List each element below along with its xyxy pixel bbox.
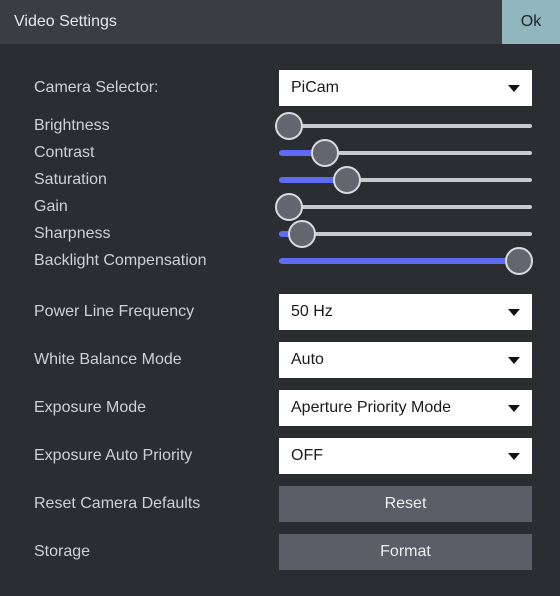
window-title: Video Settings [0, 13, 502, 31]
white-balance-row: White Balance Mode Auto [34, 336, 532, 384]
reset-label: Reset Camera Defaults [34, 495, 279, 513]
sharpness-slider[interactable] [279, 220, 532, 247]
brightness-slider[interactable] [279, 112, 532, 139]
white-balance-dropdown[interactable]: Auto [279, 342, 532, 378]
exposure-auto-priority-dropdown[interactable]: OFF [279, 438, 532, 474]
exposure-auto-priority-row: Exposure Auto Priority OFF [34, 432, 532, 480]
chevron-down-icon [508, 453, 520, 460]
sharpness-label: Sharpness [34, 225, 279, 243]
slider-thumb[interactable] [275, 193, 303, 221]
backlight-slider[interactable] [279, 247, 532, 274]
saturation-slider[interactable] [279, 166, 532, 193]
exposure-mode-value: Aperture Priority Mode [291, 399, 451, 417]
reset-button[interactable]: Reset [279, 486, 532, 522]
white-balance-value: Auto [291, 351, 324, 369]
contrast-row: Contrast [34, 139, 532, 166]
slider-thumb[interactable] [288, 220, 316, 248]
settings-panel: Camera Selector: PiCam Brightness Contra… [0, 44, 560, 596]
gain-slider[interactable] [279, 193, 532, 220]
reset-row: Reset Camera Defaults Reset [34, 480, 532, 528]
slider-thumb[interactable] [333, 166, 361, 194]
chevron-down-icon [508, 309, 520, 316]
storage-label: Storage [34, 543, 279, 561]
ok-button[interactable]: Ok [502, 0, 560, 44]
slider-thumb[interactable] [275, 112, 303, 140]
power-line-label: Power Line Frequency [34, 303, 279, 321]
exposure-auto-priority-value: OFF [291, 447, 323, 465]
saturation-label: Saturation [34, 171, 279, 189]
gain-row: Gain [34, 193, 532, 220]
sharpness-row: Sharpness [34, 220, 532, 247]
saturation-row: Saturation [34, 166, 532, 193]
gain-label: Gain [34, 198, 279, 216]
exposure-mode-row: Exposure Mode Aperture Priority Mode [34, 384, 532, 432]
power-line-dropdown[interactable]: 50 Hz [279, 294, 532, 330]
backlight-label: Backlight Compensation [34, 252, 279, 270]
power-line-value: 50 Hz [291, 303, 333, 321]
white-balance-label: White Balance Mode [34, 351, 279, 369]
chevron-down-icon [508, 357, 520, 364]
chevron-down-icon [508, 85, 520, 92]
camera-selector-value: PiCam [291, 79, 339, 97]
camera-selector-label: Camera Selector: [34, 79, 279, 97]
brightness-label: Brightness [34, 117, 279, 135]
contrast-label: Contrast [34, 144, 279, 162]
slider-thumb[interactable] [505, 247, 533, 275]
chevron-down-icon [508, 405, 520, 412]
exposure-mode-label: Exposure Mode [34, 399, 279, 417]
storage-row: Storage Format [34, 528, 532, 576]
backlight-row: Backlight Compensation [34, 247, 532, 274]
contrast-slider[interactable] [279, 139, 532, 166]
slider-thumb[interactable] [311, 139, 339, 167]
exposure-mode-dropdown[interactable]: Aperture Priority Mode [279, 390, 532, 426]
exposure-auto-priority-label: Exposure Auto Priority [34, 447, 279, 465]
camera-selector-row: Camera Selector: PiCam [34, 64, 532, 112]
titlebar: Video Settings Ok [0, 0, 560, 44]
power-line-row: Power Line Frequency 50 Hz [34, 288, 532, 336]
camera-selector-dropdown[interactable]: PiCam [279, 70, 532, 106]
format-button[interactable]: Format [279, 534, 532, 570]
brightness-row: Brightness [34, 112, 532, 139]
